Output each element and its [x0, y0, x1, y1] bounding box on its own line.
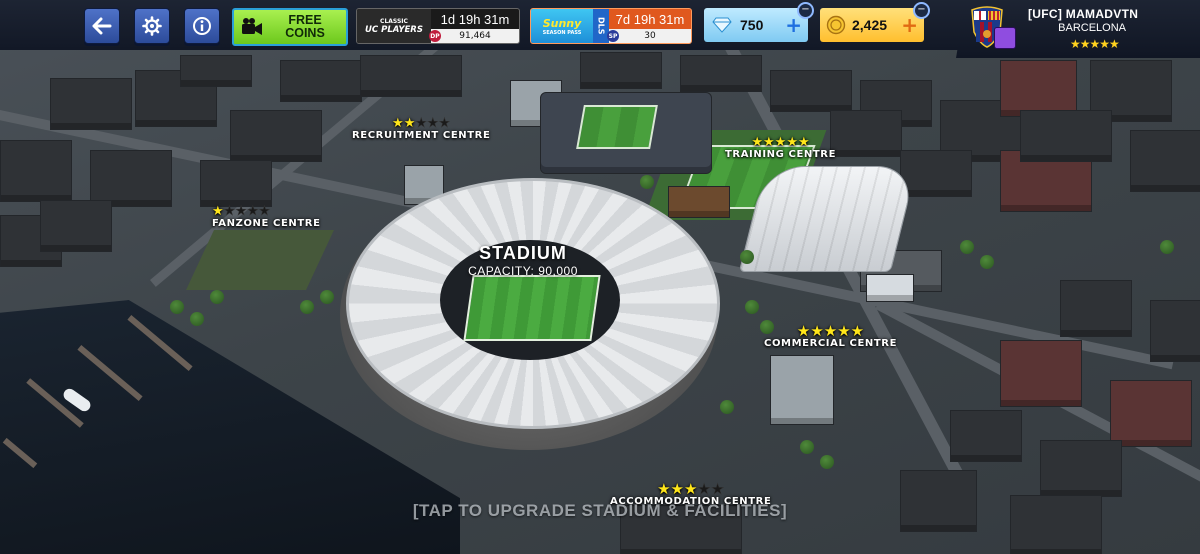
event-points: DP 91,464	[429, 29, 519, 43]
event-timer: 1d 19h 31m	[440, 11, 510, 27]
training-centre-name: TRAINING CENTRE	[725, 149, 837, 160]
event-timer: 7d 19h 31m	[615, 11, 685, 27]
tree	[745, 300, 759, 314]
building	[1020, 110, 1112, 162]
tree	[800, 440, 814, 454]
building	[50, 78, 132, 130]
tree	[300, 300, 314, 314]
building	[1000, 60, 1077, 117]
building	[230, 110, 322, 162]
diamond-icon	[712, 17, 732, 33]
recruitment-centre-name: RECRUITMENT CENTRE	[352, 130, 491, 141]
season-pass-event[interactable]: Sunny SEASON PASS DLS 7d 19h 31m SP 30	[530, 8, 692, 44]
accommodation-centre-stars: ★★★★★	[657, 480, 725, 498]
back-button[interactable]	[84, 8, 120, 44]
tree	[640, 175, 654, 189]
upgrade-hint: [TAP TO UPGRADE STADIUM & FACILITIES]	[412, 501, 788, 520]
building	[680, 55, 762, 92]
building	[360, 55, 462, 97]
building	[0, 140, 72, 202]
solar-building	[668, 186, 730, 218]
settings-button[interactable]	[134, 8, 170, 44]
gems-value: 750	[740, 17, 764, 33]
stadium-capacity: CAPACITY: 90,000	[468, 264, 578, 278]
sp-badge-icon: SP	[607, 30, 619, 42]
city-map[interactable]	[0, 0, 1200, 554]
tree	[740, 250, 754, 264]
gems-minus-icon[interactable]: −	[797, 2, 814, 19]
stadium-pitch	[463, 275, 601, 341]
building	[40, 200, 112, 252]
tree	[820, 455, 834, 469]
building	[280, 60, 362, 102]
building	[1040, 440, 1122, 497]
building	[1000, 340, 1082, 407]
tree	[960, 240, 974, 254]
back-arrow-icon	[92, 17, 112, 35]
building	[1060, 280, 1132, 337]
tree	[1160, 240, 1174, 254]
commercial-centre-name: COMMERCIAL CENTRE	[764, 338, 898, 349]
recruitment-centre-stars: ★★★★★	[392, 116, 451, 131]
coins-counter[interactable]: 2,425 + −	[820, 2, 930, 42]
division-badge-icon	[994, 27, 1016, 49]
add-gems-button[interactable]: +	[785, 15, 802, 35]
info-button[interactable]	[184, 8, 220, 44]
coins-minus-icon[interactable]: −	[913, 2, 930, 19]
fanzone-centre-label[interactable]: ★★★★★ FANZONE CENTRE	[212, 205, 321, 229]
training-centre-label[interactable]: ★★★★★ TRAINING CENTRE	[725, 136, 836, 160]
tree	[210, 290, 224, 304]
fanzone-centre-stars: ★★★★★	[212, 204, 271, 219]
coins-value: 2,425	[852, 17, 888, 33]
commercial-building	[770, 355, 834, 425]
commercial-centre-stars: ★★★★★	[796, 322, 865, 340]
gear-icon	[142, 16, 162, 36]
club-name: BARCELONA	[1058, 22, 1126, 34]
stadium-name: STADIUM	[479, 243, 567, 263]
coin-icon	[826, 15, 846, 35]
commercial-centre-label[interactable]: ★★★★★ COMMERCIAL CENTRE	[764, 322, 898, 350]
add-coins-button[interactable]: +	[901, 15, 918, 35]
building	[1150, 300, 1200, 362]
event-points: SP 30	[607, 29, 691, 43]
building	[1110, 380, 1192, 447]
building	[950, 410, 1022, 462]
building	[580, 52, 662, 89]
building	[1130, 130, 1200, 192]
building	[90, 150, 172, 207]
classic-players-logo: CLASSIC UC PLAYERS	[357, 9, 431, 43]
free-coins-button[interactable]: FREE COINS	[232, 8, 348, 46]
sunny-season-pass-logo: Sunny SEASON PASS	[531, 9, 593, 43]
building	[900, 150, 972, 197]
building	[200, 160, 272, 207]
free-coins-label: FREE COINS	[285, 13, 325, 40]
dp-badge-icon: DP	[429, 30, 441, 42]
tree	[720, 400, 734, 414]
tree	[980, 255, 994, 269]
building	[180, 55, 252, 87]
training-centre-stars: ★★★★★	[751, 135, 810, 150]
tree	[190, 312, 204, 326]
building	[830, 110, 902, 157]
classic-players-event[interactable]: CLASSIC UC PLAYERS 1d 19h 31m DP 91,464	[356, 8, 520, 44]
recruitment-centre-label[interactable]: ★★★★★ RECRUITMENT CENTRE	[352, 117, 490, 141]
player-name: [UFC] MAMADVTN	[1028, 7, 1139, 21]
tree	[170, 300, 184, 314]
tree	[320, 290, 334, 304]
profile-stars: ★★★★★	[1070, 37, 1120, 51]
old-stadium-pitch	[576, 105, 658, 149]
info-icon	[193, 17, 211, 35]
video-camera-icon	[242, 18, 262, 35]
gems-counter[interactable]: 750 + −	[704, 2, 814, 42]
stadium-label[interactable]: STADIUM CAPACITY: 90,000	[454, 243, 592, 278]
fanzone-centre-name: FANZONE CENTRE	[212, 218, 321, 229]
helipad-building	[866, 274, 914, 302]
building	[770, 70, 852, 112]
